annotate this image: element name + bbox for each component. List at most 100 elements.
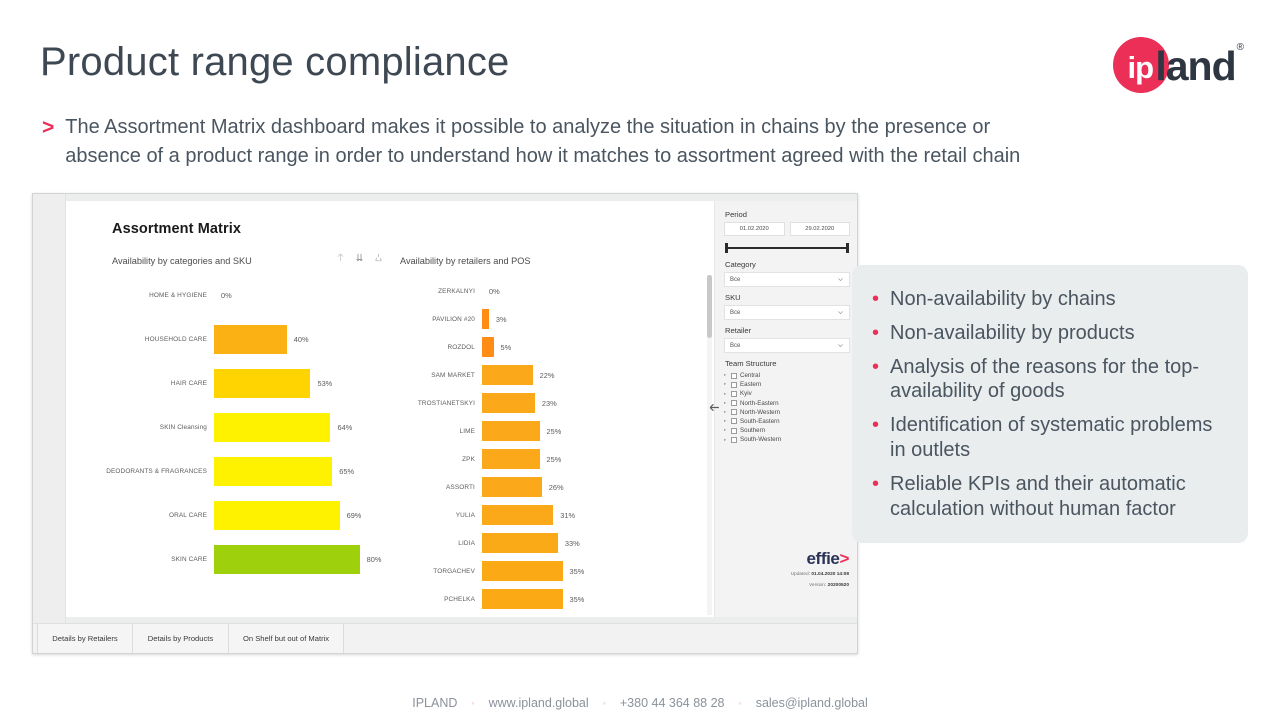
chart-bar-row[interactable]: ROZDOL 5% [400,337,680,357]
chart-bar-row[interactable]: HOUSEHOLD CARE 40% [96,325,386,354]
slider-handle-left[interactable] [725,243,728,253]
expand-triangle-icon[interactable]: ▸ [724,428,728,433]
footer-email[interactable]: sales@ipland.global [756,696,868,710]
tabbar-filler [344,624,857,653]
chart-bar[interactable] [482,533,558,553]
team-structure-list: ▸ Central ▸ Eastern ▸ Kyiv ▸ North-Eastern ▸ Nort… [724,372,850,443]
chart-bar[interactable] [482,337,494,357]
team-structure-item[interactable]: ▸ North-Western [724,409,850,416]
version-value: 20200520 [827,582,849,588]
chart-scrollbar-thumb[interactable] [707,275,712,338]
chart-bar[interactable] [482,309,489,329]
bullet-dot-icon: • [872,414,880,437]
team-checkbox[interactable] [731,427,737,434]
expand-triangle-icon[interactable]: ▸ [724,382,728,387]
chart-bar[interactable] [482,365,533,385]
chart-category-label: TROSTIANETSKYI [417,399,475,407]
chart-bar-wrap: 25% [482,421,680,441]
team-checkbox[interactable] [731,418,737,425]
chart-bar-wrap: 22% [482,365,680,385]
collapse-panel-arrow-icon[interactable] [703,396,725,418]
chart-category-label: SKIN Cleansing [159,424,207,431]
chart-category-label: LIDIA [458,539,475,547]
team-structure-label: Eastern [740,381,762,389]
chart-bar-row[interactable]: LIME 25% [400,421,680,441]
chart-bar-row[interactable]: SKIN CARE 80% [96,545,386,574]
chart-bar-row[interactable]: TORGACHEV 35% [400,561,680,581]
chart-bar-row[interactable]: HAIR CARE 53% [96,369,386,398]
drill-down-icon[interactable] [374,253,383,262]
chart-bar-row[interactable]: LIDIA 33% [400,533,680,553]
chart-bar-row[interactable]: ORAL CARE 69% [96,501,386,530]
team-checkbox[interactable] [731,400,737,407]
chart-bar-row[interactable]: SKIN Cleansing 64% [96,413,386,442]
chart-bar-row[interactable]: TROSTIANETSKYI 23% [400,393,680,413]
chart-bar-row[interactable]: PAVILION #20 3% [400,309,680,329]
chart-bar[interactable] [214,457,333,486]
chart-bar-row[interactable]: ZERKALNYI 0% [400,281,680,301]
dashboard-tab[interactable]: On Shelf but out of Matrix [229,624,345,653]
updated-label: Updated: [790,571,811,577]
chevron-down-icon [838,344,843,347]
dashboard-tab[interactable]: Details by Products [133,624,229,653]
expand-triangle-icon[interactable]: ▸ [724,419,728,424]
chart-bar-row[interactable]: SAM MARKET 22% [400,365,680,385]
expand-triangle-icon[interactable]: ▸ [724,373,728,378]
chevron-down-icon [838,278,843,281]
team-checkbox[interactable] [731,390,737,397]
expand-triangle-icon[interactable]: ▸ [724,437,728,443]
expand-all-icon[interactable] [355,253,364,262]
chart-availability-by-retailers: ZERKALNYI 0% PAVILION #20 3% ROZDOL 5% SAM MAR… [400,281,680,617]
team-checkbox[interactable] [731,436,737,443]
chart-bar[interactable] [482,393,535,413]
chart-bar-wrap: 64% [214,413,386,442]
category-label: Category [725,260,756,269]
chart-bar-row[interactable]: YULIA 31% [400,505,680,525]
team-checkbox[interactable] [731,372,737,379]
retailer-select[interactable]: Все [724,338,850,353]
chart-bar[interactable] [214,369,311,398]
team-structure-item[interactable]: ▸ North-Eastern [724,400,850,407]
chart-bar[interactable] [482,561,563,581]
chart-bar[interactable] [482,477,542,497]
lead-text: The Assortment Matrix dashboard makes it… [65,113,1240,171]
team-structure-item[interactable]: ▸ South-Western [724,436,850,443]
team-structure-item[interactable]: ▸ South-Eastern [724,418,850,425]
chart-bar-row[interactable]: HOME & HYGIENE 0% [96,281,386,310]
drill-up-icon[interactable] [336,253,345,262]
chart-bar-row[interactable]: ZPK 25% [400,449,680,469]
slider-handle-right[interactable] [846,243,849,253]
team-checkbox[interactable] [731,409,737,416]
footer-website[interactable]: www.ipland.global [489,696,589,710]
category-select[interactable]: Все [724,272,850,287]
period-from-input[interactable]: 01.02.2020 [724,222,785,236]
team-structure-item[interactable]: ▸ Kyiv [724,390,850,397]
chart-bar-wrap: 23% [482,393,680,413]
updated-value: 01.04.2020 14:08 [811,571,849,577]
chart-bar-row[interactable]: PCHELKA 35% [400,589,680,609]
chart-category-label: SAM MARKET [431,371,475,379]
chart-category-label: HAIR CARE [170,380,207,387]
team-structure-item[interactable]: ▸ Southern [724,427,850,434]
chart-bar-row[interactable]: ASSORTI 26% [400,477,680,497]
chart-bar[interactable] [214,545,360,574]
team-structure-item[interactable]: ▸ Eastern [724,381,850,388]
effie-brand: effie> Updated: 01.04.2020 14:08 Version… [790,550,850,589]
period-to-input[interactable]: 29.02.2020 [789,222,850,236]
chart-bar[interactable] [214,501,340,530]
chart-bar[interactable] [214,413,331,442]
chart-bar[interactable] [482,589,563,609]
ipland-logo: ip land ® [1113,36,1244,94]
chart-bar-row[interactable]: DEODORANTS & FRAGRANCES 65% [96,457,386,486]
team-checkbox[interactable] [731,381,737,388]
chart-bar[interactable] [482,421,540,441]
chart-bar[interactable] [214,325,287,354]
chart-bar[interactable] [482,449,540,469]
sku-select[interactable]: Все [724,305,850,320]
team-structure-item[interactable]: ▸ Central [724,372,850,379]
period-range-slider[interactable] [724,242,850,254]
team-structure-label: North-Western [740,408,781,416]
chart-bar-wrap: 80% [214,545,386,574]
dashboard-tab[interactable]: Details by Retailers [37,624,133,653]
chart-bar[interactable] [482,505,554,525]
